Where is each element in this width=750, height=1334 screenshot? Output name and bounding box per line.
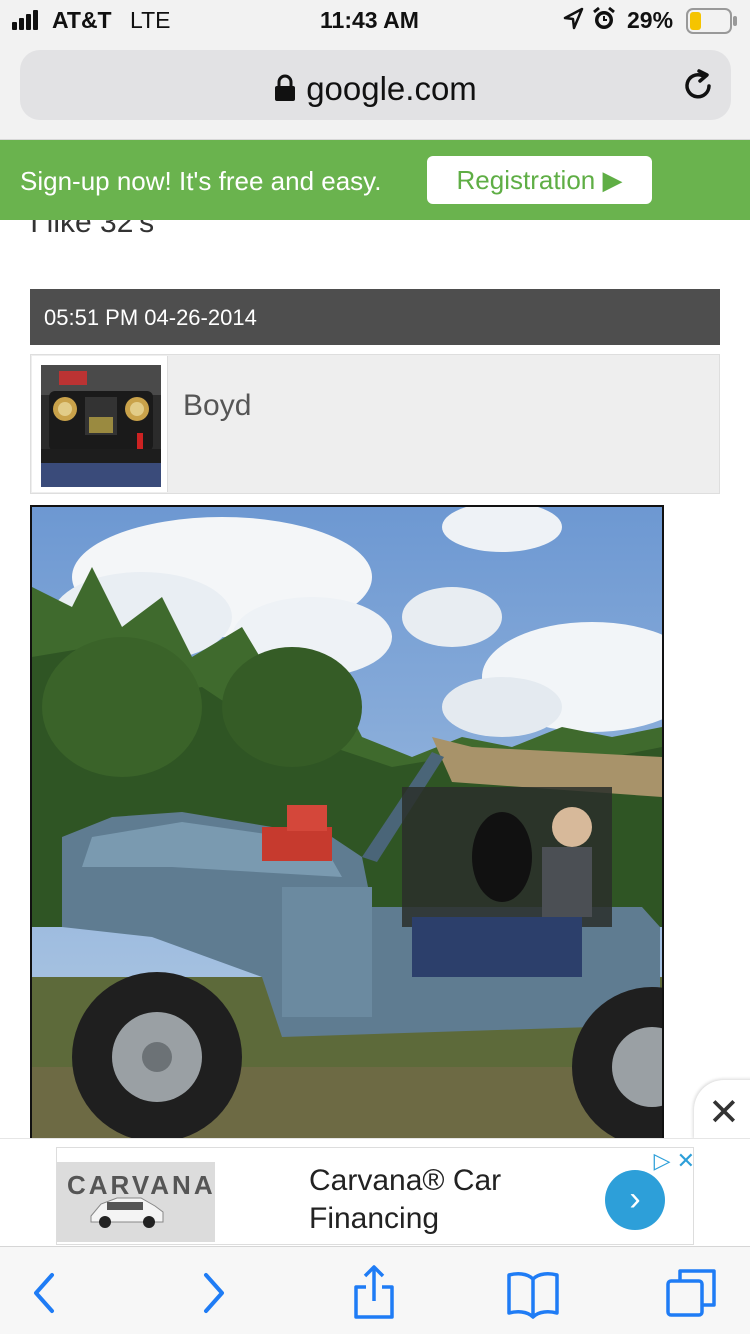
post-timestamp: 05:51 PM 04-26-2014 [44, 305, 257, 330]
ad-image[interactable]: CARVANA [57, 1162, 215, 1242]
ad-content[interactable]: CARVANA Carvana® Car Financing › ▷ ✕ [56, 1147, 695, 1245]
bookmarks-icon[interactable] [505, 1265, 561, 1321]
post-photo[interactable] [30, 505, 664, 1145]
avatar-frame [32, 356, 168, 492]
clock: 11:43 AM [320, 7, 419, 33]
battery-icon [686, 8, 738, 39]
share-icon[interactable] [346, 1265, 402, 1321]
tabs-icon[interactable] [664, 1265, 720, 1321]
forward-icon[interactable] [186, 1265, 242, 1321]
status-bar: AT&T LTE 11:43 AM 29% [0, 0, 750, 42]
url-display[interactable]: google.com [20, 70, 731, 110]
ad-open-button[interactable]: › [605, 1170, 665, 1230]
signup-banner: Sign-up now! It's free and easy. Registr… [0, 140, 750, 220]
close-ad-button[interactable]: ✕ [694, 1080, 750, 1140]
network-label: LTE [130, 7, 171, 33]
signup-text: Sign-up now! It's free and easy. [20, 166, 382, 196]
ad-banner[interactable]: CARVANA Carvana® Car Financing › ▷ ✕ [0, 1138, 750, 1246]
battery-percent: 29% [627, 7, 674, 33]
ad-title-line2: Financing [309, 1202, 440, 1235]
reload-icon[interactable] [680, 68, 716, 109]
ad-title-line1: Carvana® Car [309, 1164, 502, 1197]
signal-bar-4 [33, 10, 38, 30]
url-text: google.com [306, 70, 477, 107]
lock-icon [274, 72, 296, 110]
registration-button[interactable]: Registration ▶ [427, 156, 652, 204]
signal-bar-2 [19, 18, 24, 30]
close-icon: ✕ [708, 1092, 740, 1134]
signal-bar-3 [26, 14, 31, 30]
user-card[interactable]: Boyd [30, 354, 720, 494]
car-image [90, 1197, 164, 1228]
carrier-label: AT&T [52, 7, 112, 33]
signal-bar-1 [12, 22, 17, 30]
browser-chrome: google.com [0, 42, 750, 140]
browser-toolbar [0, 1246, 750, 1334]
ad-title[interactable]: Carvana® Car Financing [309, 1162, 501, 1238]
adchoices-icon[interactable]: ▷ [654, 1148, 671, 1173]
post-date-bar: 05:51 PM 04-26-2014 [30, 289, 720, 345]
back-icon[interactable] [18, 1265, 74, 1321]
username[interactable]: Boyd [183, 389, 251, 423]
ad-close-icon[interactable]: ✕ [677, 1148, 695, 1173]
avatar[interactable] [41, 365, 161, 487]
ad-choices[interactable]: ▷ ✕ [635, 1148, 695, 1176]
location-icon [562, 6, 584, 37]
address-bar[interactable]: google.com [20, 50, 731, 120]
alarm-icon [592, 6, 616, 37]
chevron-right-icon: › [629, 1180, 641, 1218]
